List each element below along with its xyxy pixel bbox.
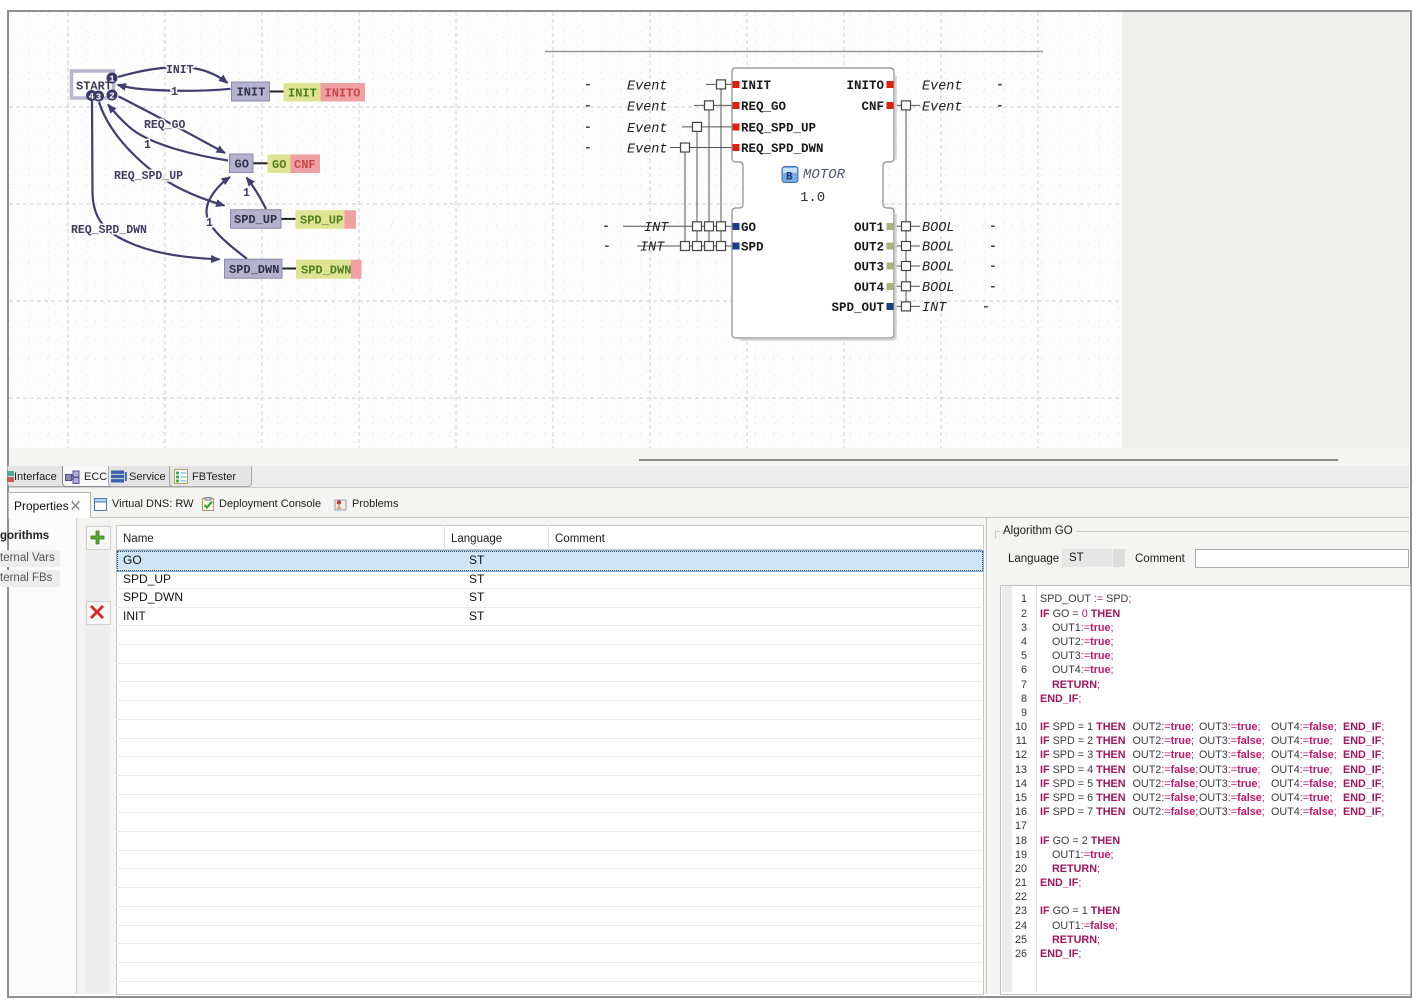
svg-text:BOOL: BOOL [922, 261, 954, 276]
svg-text:MOTOR: MOTOR [803, 167, 846, 183]
svg-text:SPD: SPD [741, 241, 764, 255]
svg-text:Event: Event [922, 101, 963, 116]
svg-text:Event: Event [627, 122, 668, 137]
svg-text:INITO: INITO [846, 79, 884, 93]
svg-text:1: 1 [171, 86, 178, 99]
svg-text:-: - [989, 259, 997, 274]
svg-text:REQ_SPD_UP: REQ_SPD_UP [741, 122, 816, 136]
svg-text:SPD_DWN: SPD_DWN [229, 263, 279, 277]
svg-text:REQ_GO: REQ_GO [741, 100, 787, 114]
svg-text:3: 3 [96, 92, 101, 102]
svg-text:INIT: INIT [741, 79, 772, 93]
svg-text:INIT: INIT [237, 86, 266, 100]
svg-text:BOOL: BOOL [922, 221, 954, 236]
svg-text:CNF: CNF [294, 158, 316, 172]
svg-text:-: - [996, 77, 1004, 92]
svg-text:OUT2: OUT2 [854, 241, 884, 255]
svg-text:CNF: CNF [861, 100, 884, 114]
svg-text:GO: GO [741, 221, 757, 235]
svg-text:-: - [996, 98, 1004, 113]
svg-text:-: - [989, 219, 997, 234]
svg-text:1: 1 [109, 74, 115, 84]
svg-text:Event: Event [922, 80, 963, 95]
svg-text:GO: GO [235, 158, 249, 172]
svg-text:REQ_SPD_UP: REQ_SPD_UP [114, 170, 183, 183]
svg-text:INIT: INIT [288, 87, 317, 101]
svg-text:-: - [989, 279, 997, 294]
svg-text:REQ_SPD_DWN: REQ_SPD_DWN [71, 224, 147, 237]
svg-text:-: - [982, 299, 990, 314]
svg-text:GO: GO [272, 158, 286, 172]
svg-text:REQ_GO: REQ_GO [144, 119, 186, 132]
svg-text:SPD_UP: SPD_UP [300, 214, 343, 228]
svg-text:INITO: INITO [325, 87, 361, 101]
svg-text:Event: Event [627, 80, 668, 95]
svg-text:2: 2 [109, 91, 114, 101]
svg-text:4: 4 [89, 92, 95, 102]
svg-text:INIT: INIT [166, 64, 194, 77]
svg-text:-: - [584, 77, 592, 92]
svg-text:INT: INT [922, 301, 947, 316]
svg-text:-: - [989, 239, 997, 254]
svg-text:1: 1 [144, 139, 151, 152]
svg-text:INT: INT [640, 241, 665, 256]
svg-text:BOOL: BOOL [922, 281, 954, 296]
svg-text:-: - [584, 98, 592, 113]
svg-text:OUT1: OUT1 [854, 221, 884, 235]
svg-text:-: - [602, 219, 610, 234]
svg-text:Event: Event [627, 101, 668, 116]
svg-text:SPD_OUT: SPD_OUT [831, 301, 884, 315]
svg-text:1.0: 1.0 [800, 190, 825, 206]
svg-text:REQ_SPD_DWN: REQ_SPD_DWN [741, 142, 824, 156]
svg-text:-: - [584, 120, 592, 135]
svg-text:OUT3: OUT3 [854, 261, 884, 275]
svg-text:-: - [584, 140, 592, 155]
svg-text:SPD_DWN: SPD_DWN [301, 264, 351, 278]
svg-text:INT: INT [644, 221, 669, 236]
svg-text:SPD_UP: SPD_UP [234, 213, 277, 227]
svg-text:1: 1 [243, 187, 250, 200]
svg-text:Event: Event [627, 143, 668, 158]
svg-text:BOOL: BOOL [922, 241, 954, 256]
svg-text:B: B [786, 172, 793, 184]
svg-text:OUT4: OUT4 [854, 281, 885, 295]
svg-text:1: 1 [206, 217, 213, 230]
svg-text:-: - [603, 239, 611, 254]
